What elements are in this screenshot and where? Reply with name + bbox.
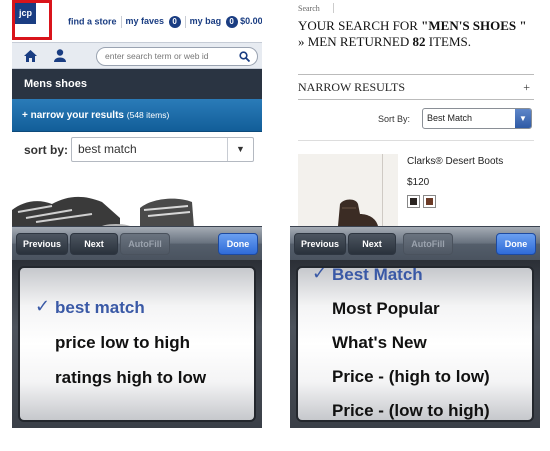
done-button[interactable]: Done — [496, 233, 536, 255]
my-bag-label: my bag — [189, 16, 222, 27]
user-icon[interactable] — [54, 49, 66, 62]
results-count: (548 items) — [126, 110, 170, 120]
picker-wheel[interactable]: ✓ best match price low to high ratings h… — [18, 266, 256, 422]
product-price: $120 — [407, 177, 430, 188]
chevron-down-icon: ▼ — [515, 109, 531, 128]
sort-by-label: Sort By: — [378, 114, 411, 124]
next-button[interactable]: Next — [348, 233, 396, 255]
picker-wheel[interactable]: ✓ Best Match Most Popular What's New Pri… — [296, 266, 534, 422]
divider — [120, 16, 122, 28]
product-image[interactable] — [298, 154, 398, 226]
heading-prefix: YOUR SEARCH FOR — [298, 18, 422, 33]
picker-option[interactable]: What's New — [332, 333, 532, 353]
keyboard-accessory-bar: Previous Next AutoFill Done — [12, 226, 262, 260]
sort-by-value: best match — [78, 142, 137, 156]
my-faves-label: my faves — [125, 16, 165, 27]
color-swatch[interactable] — [407, 195, 420, 208]
sort-by-value: Best Match — [427, 113, 473, 123]
divider — [184, 16, 186, 28]
autofill-button[interactable]: AutoFill — [120, 233, 170, 255]
jcp-mobile-screen: jcp find a store my faves 0 my bag 0 $0.00… — [12, 0, 262, 428]
my-faves-link[interactable]: my faves 0 — [125, 16, 181, 29]
checkmark-icon: ✓ — [312, 266, 328, 284]
heading-returned: RETURNED — [339, 34, 413, 49]
next-button[interactable]: Next — [70, 233, 118, 255]
picker-option[interactable]: best match — [55, 298, 254, 318]
plus-icon: + — [523, 80, 530, 94]
picker-option[interactable]: price low to high — [55, 333, 254, 353]
search-icon[interactable] — [239, 51, 250, 62]
heading-category: » MEN — [298, 34, 340, 49]
top-links: find a store my faves 0 my bag 0 $0.00 — [68, 16, 262, 29]
desert-boot-image — [338, 199, 378, 226]
bag-total: $0.00 — [240, 16, 262, 27]
search-placeholder: enter search term or web id — [105, 51, 209, 61]
checkmark-icon: ✓ — [35, 296, 51, 317]
narrow-results-button[interactable]: + narrow your results (548 items) — [12, 99, 262, 132]
category-title-bar: Mens shoes — [12, 69, 262, 99]
sort-picker: ✓ best match price low to high ratings h… — [12, 260, 262, 428]
heading-suffix: ITEMS. — [425, 34, 471, 49]
sort-by-select[interactable]: best match ▼ — [71, 137, 254, 162]
sort-by-label: sort by: — [24, 143, 69, 157]
category-title: Mens shoes — [24, 78, 87, 90]
picker-option[interactable]: Price - (low to high) — [332, 401, 532, 420]
product-shoes-image[interactable] — [12, 188, 262, 228]
my-bag-link[interactable]: my bag 0 $0.00 — [189, 16, 262, 29]
sort-picker: ✓ Best Match Most Popular What's New Pri… — [290, 260, 540, 428]
narrow-results-toggle[interactable]: NARROW RESULTS + — [298, 74, 534, 100]
done-button[interactable]: Done — [218, 233, 258, 255]
sort-by-select[interactable]: Best Match ▼ — [422, 108, 532, 129]
jcp-logo[interactable]: jcp — [12, 0, 52, 40]
divider — [298, 140, 534, 141]
find-store-link[interactable]: find a store — [68, 16, 117, 26]
nav-bar: enter search term or web id — [12, 42, 262, 69]
picker-option[interactable]: Best Match — [332, 268, 532, 285]
search-input[interactable]: enter search term or web id — [96, 47, 258, 66]
narrow-results-label: NARROW RESULTS — [298, 80, 406, 94]
breadcrumb[interactable]: Search — [298, 4, 320, 13]
bag-count-badge: 0 — [225, 16, 238, 29]
jcp-logo-text: jcp — [15, 3, 36, 24]
home-icon[interactable] — [24, 50, 37, 62]
previous-button[interactable]: Previous — [16, 233, 68, 255]
picker-option[interactable]: Price - (high to low) — [332, 367, 532, 387]
keyboard-accessory-bar: Previous Next AutoFill Done — [290, 226, 540, 260]
color-swatch[interactable] — [423, 195, 436, 208]
search-query: "MEN'S SHOES " — [421, 18, 527, 33]
faves-count-badge: 0 — [168, 16, 181, 29]
chevron-down-icon: ▼ — [227, 138, 253, 161]
previous-button[interactable]: Previous — [294, 233, 346, 255]
autofill-button[interactable]: AutoFill — [403, 233, 453, 255]
picker-option[interactable]: ratings high to low — [55, 368, 254, 388]
narrow-label: + narrow your results — [22, 110, 124, 121]
search-results-screen: Search YOUR SEARCH FOR "MEN'S SHOES " » … — [290, 0, 540, 428]
divider — [382, 154, 383, 226]
result-count: 82 — [412, 34, 426, 49]
divider — [333, 3, 334, 13]
picker-option[interactable]: Most Popular — [332, 299, 532, 319]
product-name-link[interactable]: Clarks® Desert Boots — [407, 156, 503, 167]
search-results-heading: YOUR SEARCH FOR "MEN'S SHOES " » MEN RET… — [298, 18, 534, 50]
